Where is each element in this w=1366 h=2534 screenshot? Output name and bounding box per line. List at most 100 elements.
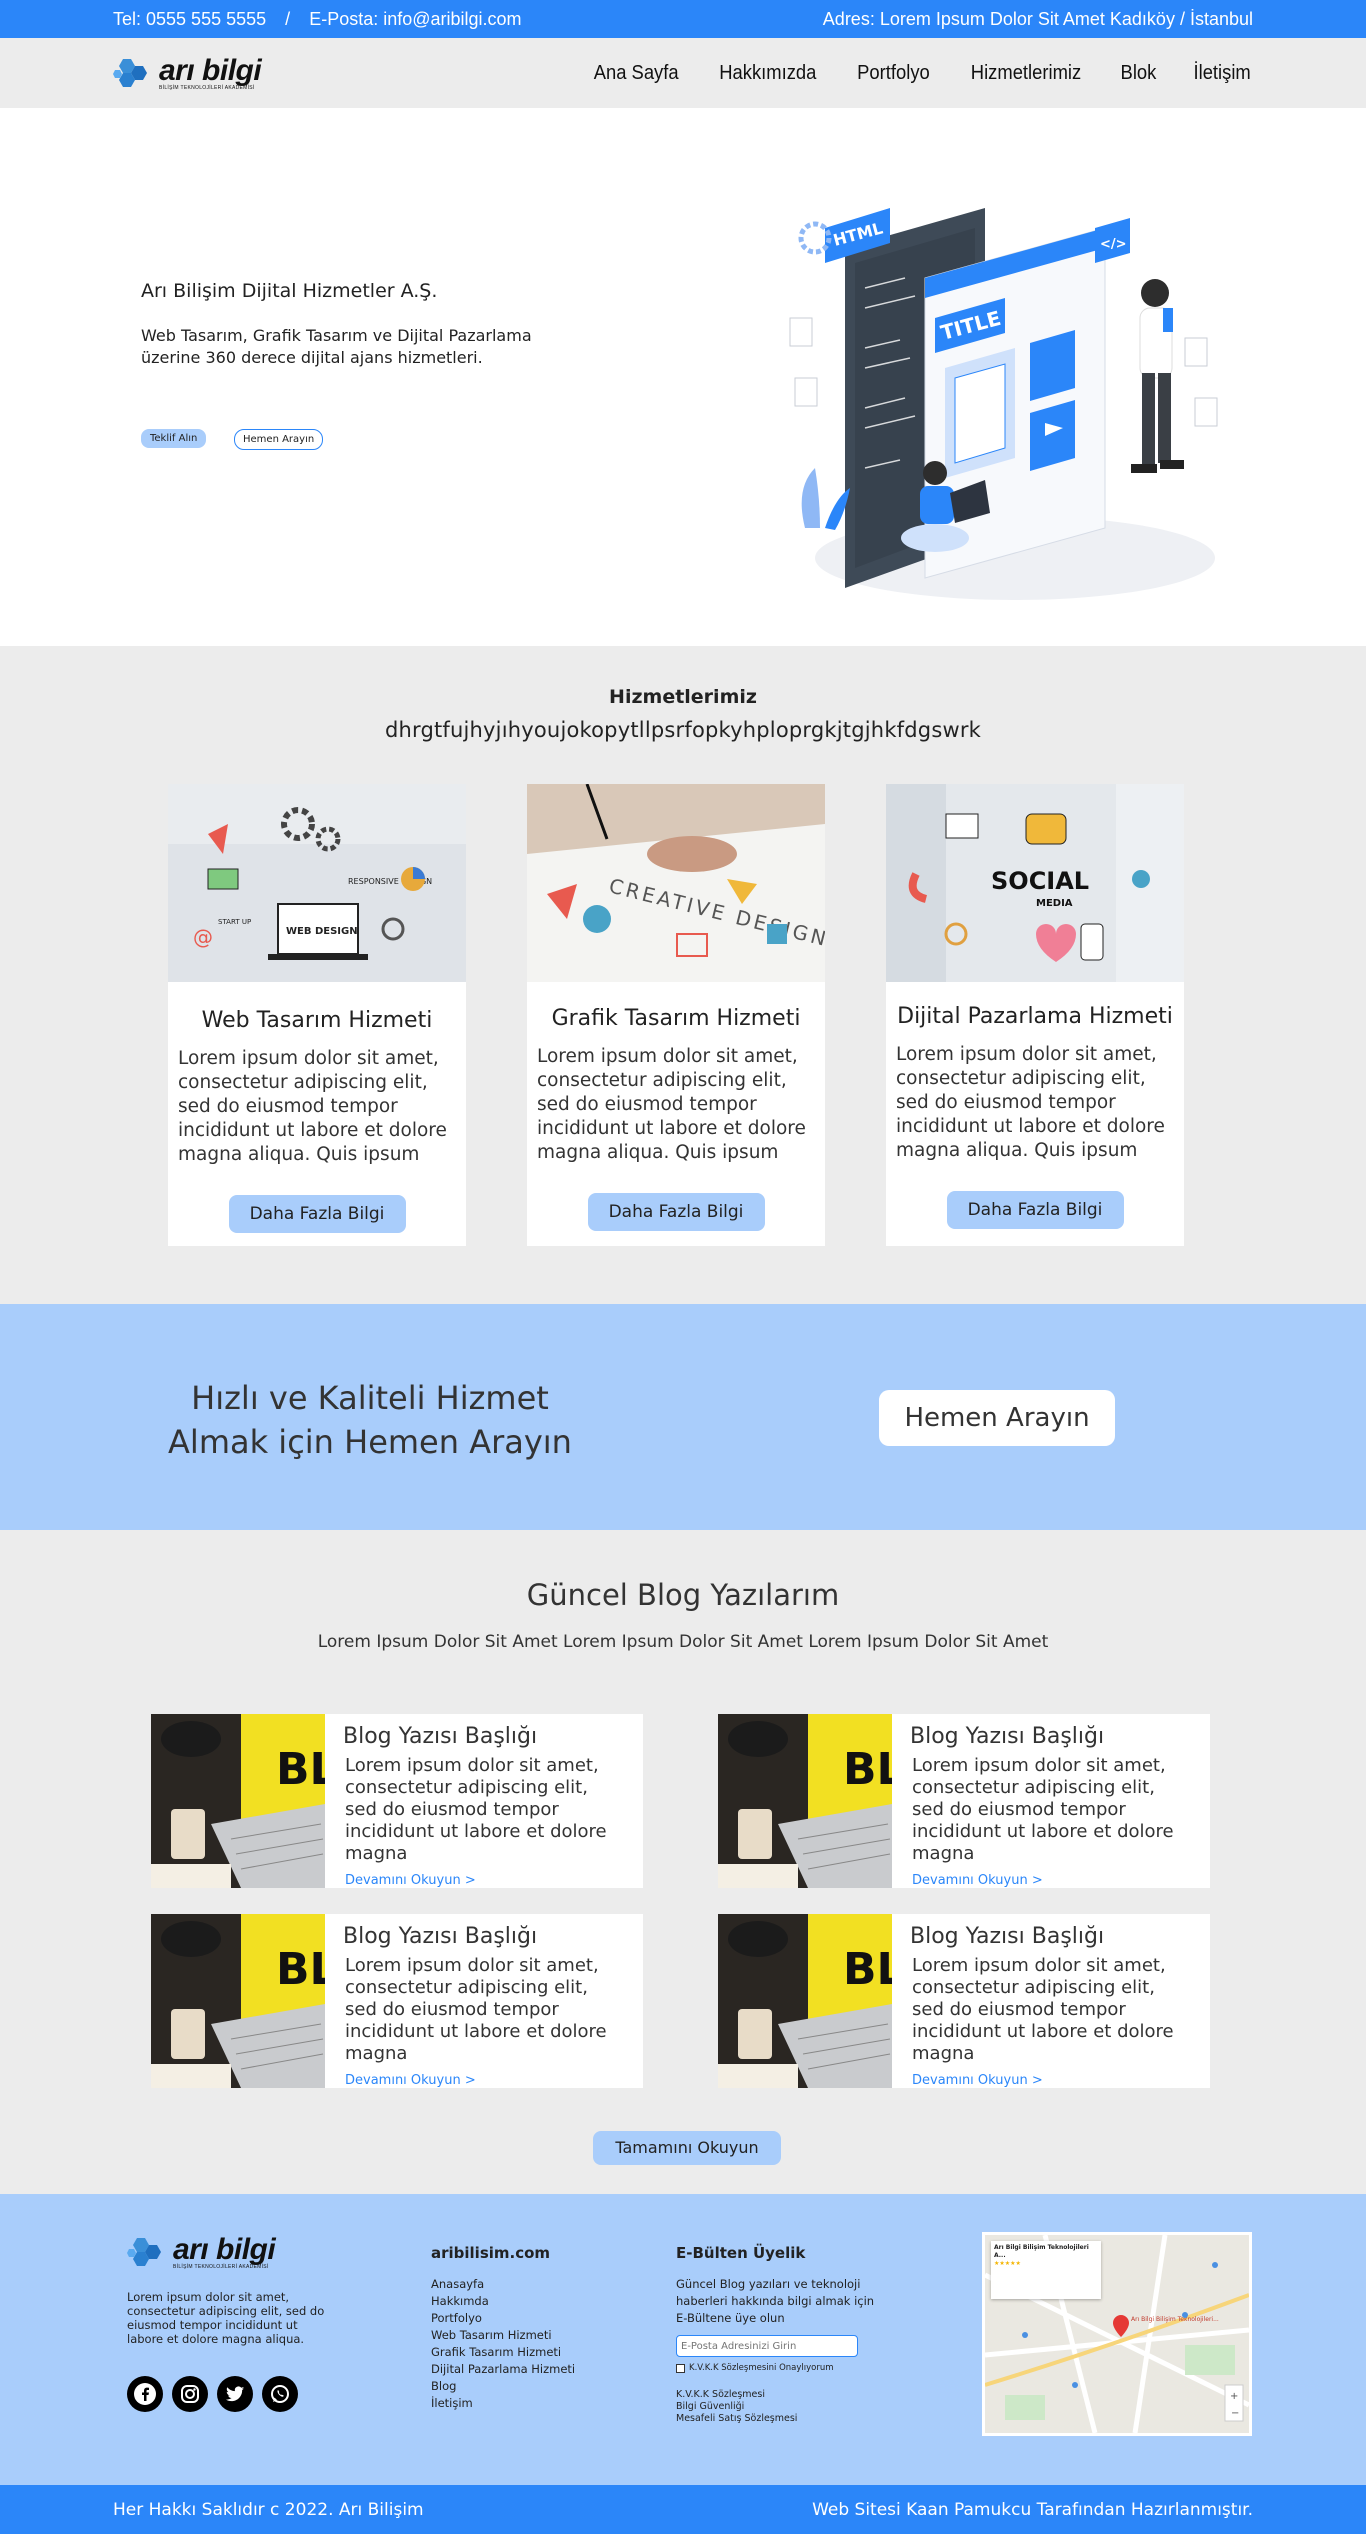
blog-post-card[interactable]: BL Blog Yazısı Başlığı Lorem ipsum dolor… [151, 1714, 643, 1888]
blog-section: Güncel Blog Yazılarım Lorem Ipsum Dolor … [0, 1530, 1366, 2194]
service-title: Grafik Tasarım Hizmeti [551, 1006, 801, 1031]
read-all-button[interactable]: Tamamını Okuyun [593, 2131, 781, 2165]
footer-link-portfolyo[interactable]: Portfolyo [431, 2310, 575, 2327]
kvkk-checkbox[interactable] [676, 2363, 685, 2373]
logo-name: arı bilgi [159, 53, 262, 87]
footer-logo[interactable]: arı bilgi BİLİŞİM TEKNOLOJİLERİ AKADEMİS… [127, 2232, 337, 2272]
get-quote-button[interactable]: Teklif Alın [141, 429, 207, 448]
nav-item-anasayfa[interactable]: Ana Sayfa [594, 62, 679, 85]
legal-link-kvkk[interactable]: K.V.K.K Sözleşmesi [676, 2389, 876, 2401]
footer-links: aribilisim.com Anasayfa Hakkımda Portfol… [431, 2244, 575, 2412]
graphic-design-image: CREATIVE DESIGN [527, 784, 825, 982]
services-subtitle: dhrgtfujhyjıhyoujokopytllpsrfopkyhploprg… [384, 718, 982, 742]
blog-post-card[interactable]: BL Blog Yazısı Başlığı Lorem ipsum dolor… [151, 1914, 643, 2088]
legal-links: K.V.K.K Sözleşmesi Bilgi Güvenliği Mesaf… [676, 2389, 876, 2425]
nav-item-portfolyo[interactable]: Portfolyo [857, 62, 930, 85]
footer-link-grafik-tasarim[interactable]: Grafik Tasarım Hizmeti [431, 2344, 575, 2361]
web-development-illustration: HTML TITLE </> [789, 208, 1218, 600]
cta-call-button[interactable]: Hemen Arayın [879, 1390, 1115, 1446]
footer-link-blog[interactable]: Blog [431, 2378, 575, 2395]
read-more-link[interactable]: Devamını Okuyun > [343, 2073, 625, 2088]
social-label: SOCIAL [991, 867, 1089, 895]
read-more-link[interactable]: Devamını Okuyun > [343, 1873, 625, 1888]
legal-link-security[interactable]: Bilgi Güvenliği [676, 2401, 876, 2413]
hero-title: Arı Bilişim Dijital Hizmetler A.Ş. [141, 280, 438, 302]
code-label: </> [1100, 237, 1127, 252]
blog-post-card[interactable]: BL Blog Yazısı Başlığı Lorem ipsum dolor… [718, 1714, 1210, 1888]
footer-link-iletisim[interactable]: İletişim [431, 2395, 575, 2412]
instagram-icon[interactable] [172, 2376, 208, 2412]
phone-text[interactable]: Tel: 0555 555 5555 [113, 9, 266, 29]
blog-post-title[interactable]: Blog Yazısı Başlığı [910, 1924, 1192, 1949]
rating-stars-icon: ★★★★★ [994, 2260, 1021, 2267]
nav-item-hakkimizda[interactable]: Hakkımızda [720, 62, 817, 85]
logo-text: arı bilgi BİLİŞİM TEKNOLOJİLERİ AKADEMİS… [173, 2234, 276, 2270]
service-text: Lorem ipsum dolor sit amet, consectetur … [537, 1046, 806, 1163]
nav-item-hizmetlerimiz[interactable]: Hizmetlerimiz [971, 62, 1081, 85]
footer-about: arı bilgi BİLİŞİM TEKNOLOJİLERİ AKADEMİS… [127, 2232, 337, 2412]
more-info-button[interactable]: Daha Fazla Bilgi [587, 1193, 765, 1231]
blog-post-image: BL [151, 1714, 325, 1888]
more-info-button[interactable]: Daha Fazla Bilgi [228, 1195, 406, 1233]
laptop-coffee-illustration: BL [718, 1714, 892, 1888]
blog-post-title[interactable]: Blog Yazısı Başlığı [343, 1924, 625, 1949]
laptop-coffee-illustration: BL [151, 1714, 325, 1888]
blog-post-body: Blog Yazısı Başlığı Lorem ipsum dolor si… [892, 1714, 1210, 1888]
social-media-illustration: SOCIAL MEDIA [886, 784, 1184, 982]
address-text: Adres: Lorem Ipsum Dolor Sit Amet Kadıkö… [822, 8, 1253, 29]
footer-link-hakkimda[interactable]: Hakkımda [431, 2293, 575, 2310]
blog-post-title[interactable]: Blog Yazısı Başlığı [343, 1724, 625, 1749]
footer-link-anasayfa[interactable]: Anasayfa [431, 2276, 575, 2293]
blog-post-body: Blog Yazısı Başlığı Lorem ipsum dolor si… [325, 1914, 643, 2088]
kvkk-consent-label: K.V.K.K Sözleşmesini Onaylıyorum [689, 2363, 834, 2373]
image-text: BL [276, 1744, 325, 1795]
blog-subtitle: Lorem Ipsum Dolor Sit Amet Lorem Ipsum D… [317, 1632, 1049, 1652]
footer-description: Lorem ipsum dolor sit amet, consectetur … [127, 2290, 325, 2346]
nav-item-iletisim[interactable]: İletişim [1193, 62, 1250, 85]
blog-post-excerpt: Lorem ipsum dolor sit amet, consectetur … [345, 1955, 607, 2064]
hero-description: Web Tasarım, Grafik Tasarım ve Dijital P… [141, 326, 532, 367]
facebook-icon[interactable] [127, 2376, 163, 2412]
nav-item-blok[interactable]: Blok [1120, 62, 1156, 85]
services-title: Hizmetlerimiz [609, 686, 757, 708]
laptop-coffee-illustration: BL [151, 1914, 325, 2088]
legal-link-sales-agreement[interactable]: Mesafeli Satış Sözleşmesi [676, 2413, 876, 2425]
blog-post-image: BL [718, 1714, 892, 1888]
twitter-icon[interactable] [217, 2376, 253, 2412]
logo-hexagon-icon [127, 2238, 161, 2266]
separator: / [285, 8, 291, 29]
footer-link-dijital-pazarlama[interactable]: Dijital Pazarlama Hizmeti [431, 2361, 575, 2378]
call-now-button[interactable]: Hemen Arayın [234, 429, 324, 450]
laptop-coffee-illustration: BL [718, 1914, 892, 2088]
read-more-link[interactable]: Devamını Okuyun > [910, 2073, 1192, 2088]
nav-menu: Ana Sayfa Hakkımızda Portfolyo Hizmetler… [590, 62, 1253, 85]
map-place-name: Arı Bilgi Bilişim Teknolojileri A... [994, 2244, 1089, 2259]
blog-post-card[interactable]: BL Blog Yazısı Başlığı Lorem ipsum dolor… [718, 1914, 1210, 2088]
map-place-card: Arı Bilgi Bilişim Teknolojileri A... ★★★… [991, 2241, 1101, 2299]
whatsapp-icon[interactable] [262, 2376, 298, 2412]
blog-post-body: Blog Yazısı Başlığı Lorem ipsum dolor si… [892, 1914, 1210, 2088]
blog-post-excerpt: Lorem ipsum dolor sit amet, consectetur … [912, 1755, 1174, 1864]
blog-post-image: BL [151, 1914, 325, 2088]
service-title: Dijital Pazarlama Hizmeti [897, 1004, 1173, 1029]
social-links [127, 2376, 337, 2412]
newsletter-description: Güncel Blog yazıları ve teknoloji haberl… [676, 2277, 875, 2325]
svg-text:+: + [1230, 2391, 1238, 2402]
location-map[interactable]: Arı Bilgi Bilişim Teknolojileri... + − A… [982, 2232, 1252, 2436]
more-info-button[interactable]: Daha Fazla Bilgi [946, 1191, 1124, 1229]
web-design-label: WEB DESIGN [286, 926, 358, 937]
credit-text: Web Sitesi Kaan Pamukcu Tarafından Hazır… [812, 2499, 1253, 2520]
footer-link-web-tasarim[interactable]: Web Tasarım Hizmeti [431, 2327, 575, 2344]
main-navbar: arı bilgi BİLİŞİM TEKNOLOJİLERİ AKADEMİS… [0, 38, 1366, 108]
footer-links-title: aribilisim.com [431, 2244, 551, 2262]
site-logo[interactable]: arı bilgi BİLİŞİM TEKNOLOJİLERİ AKADEMİS… [113, 53, 262, 93]
newsletter-email-input[interactable] [676, 2335, 858, 2357]
service-title: Web Tasarım Hizmeti [201, 1008, 433, 1033]
web-design-illustration: WEB DESIGN RESPONSIVE DESIGN START UP @ [168, 784, 466, 982]
logo-tagline: BİLİŞİM TEKNOLOJİLERİ AKADEMİSİ [173, 2263, 269, 2270]
email-text[interactable]: E-Posta: info@aribilgi.com [309, 9, 521, 29]
blog-post-title[interactable]: Blog Yazısı Başlığı [910, 1724, 1192, 1749]
call-to-action-section: Hızlı ve Kaliteli Hizmet Almak için Heme… [0, 1304, 1366, 1530]
newsletter: E-Bülten Üyelik Güncel Blog yazıları ve … [676, 2244, 876, 2425]
read-more-link[interactable]: Devamını Okuyun > [910, 1873, 1192, 1888]
